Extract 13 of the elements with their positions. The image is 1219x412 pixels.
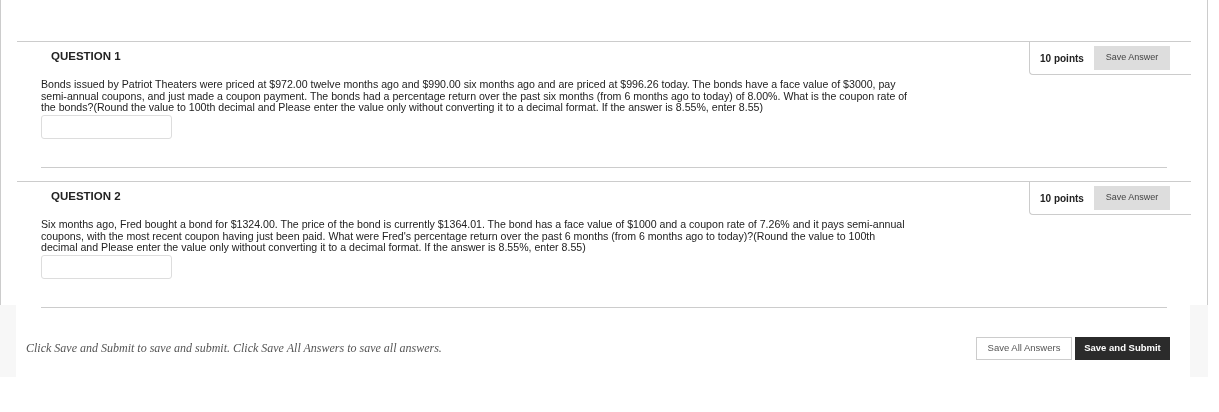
save-all-answers-button[interactable]: Save All Answers — [976, 336, 1072, 360]
answer-field[interactable] — [41, 114, 172, 139]
points-label: 10 points — [1040, 191, 1084, 206]
save-answer-button[interactable]: Save Answer — [1093, 186, 1170, 210]
question-text: Six months ago, Fred bought a bond for $1324.00. The price of the bond is currently $1364.01. The bond has a face value of $1000 and a coupon rate of 7.26% and it pays semi-annual coupons, with the most recent coupon having just been paid. What were Fred's percentage return over the past 6 months (from 6 months ago to today)?(Round the value to 100th decimal and Please enter the value only without converting it to a decimal format. If the answer is 8.55%, enter 8.55) — [41, 219, 906, 254]
question-text: Bonds issued by Patriot Theaters were priced at $972.00 twelve months ago and $990.00 six months ago and are priced at $996.26 today. The bonds have a face value of $3000, pay semi-annual coupons, and just made a coupon payment. The bonds had a percentage return over the past six months (from 6 months ago to today) of 8.00%. What is the coupon rate of the bonds?(Round the value to 100th decimal and Please enter the value only without converting it to a decimal format. If the answer is 8.55%, enter 8.55) — [41, 79, 909, 114]
instructions-text: Click Save and Submit to save and submit. Click Save All Answers to save all answers. — [26, 340, 442, 357]
points-label: 10 points — [1040, 51, 1084, 66]
save-answer-button[interactable]: Save Answer — [1093, 46, 1170, 70]
question-title: QUESTION 1 — [51, 49, 121, 64]
save-and-submit-button[interactable]: Save and Submit — [1075, 336, 1170, 360]
question-title: QUESTION 2 — [51, 189, 121, 204]
answer-field[interactable] — [41, 254, 172, 279]
